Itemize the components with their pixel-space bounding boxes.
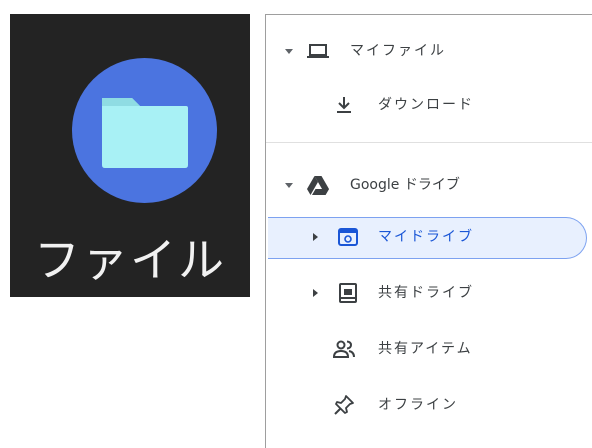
pin-icon [334,395,354,415]
nav-item-my-files[interactable]: マイファイル [266,31,592,71]
nav-item-shared-items[interactable]: 共有アイテム [266,329,592,369]
download-icon [337,97,351,113]
nav-label-my-drive: マイドライブ [378,229,474,245]
nav-item-my-drive[interactable]: マイドライブ [266,217,592,259]
files-app-icon [72,58,217,203]
expand-right-arrow-icon[interactable] [310,229,320,245]
nav-item-google-drive[interactable]: Google ドライブ [266,165,592,205]
nav-label-google-drive: Google ドライブ [350,177,460,193]
people-icon [332,340,355,358]
nav-label-shared-drives: 共有ドライブ [378,285,474,301]
page: ファイル マイファイル ダウンロード Google ドライブ マイドライブ 共有… [0,0,592,448]
nav-label-offline: オフライン [378,397,458,413]
navigation-panel: マイファイル ダウンロード Google ドライブ マイドライブ 共有ドライブ … [265,14,592,448]
expand-down-arrow-icon[interactable] [284,43,294,59]
folder-icon [102,98,188,168]
google-drive-icon [307,176,329,195]
my-drive-icon [338,228,358,246]
files-app-tile[interactable]: ファイル [10,14,250,297]
shared-drive-icon [339,283,357,303]
expand-right-arrow-icon[interactable] [310,285,320,301]
nav-item-shared-drives[interactable]: 共有ドライブ [266,273,592,313]
laptop-icon [307,44,329,58]
section-divider [266,142,592,143]
nav-label-downloads: ダウンロード [378,97,474,113]
files-app-label: ファイル [34,233,226,287]
nav-item-downloads[interactable]: ダウンロード [266,85,592,125]
expand-down-arrow-icon[interactable] [284,177,294,193]
nav-label-shared-items: 共有アイテム [378,341,473,357]
nav-label-my-files: マイファイル [350,43,446,59]
nav-item-offline[interactable]: オフライン [266,385,592,425]
